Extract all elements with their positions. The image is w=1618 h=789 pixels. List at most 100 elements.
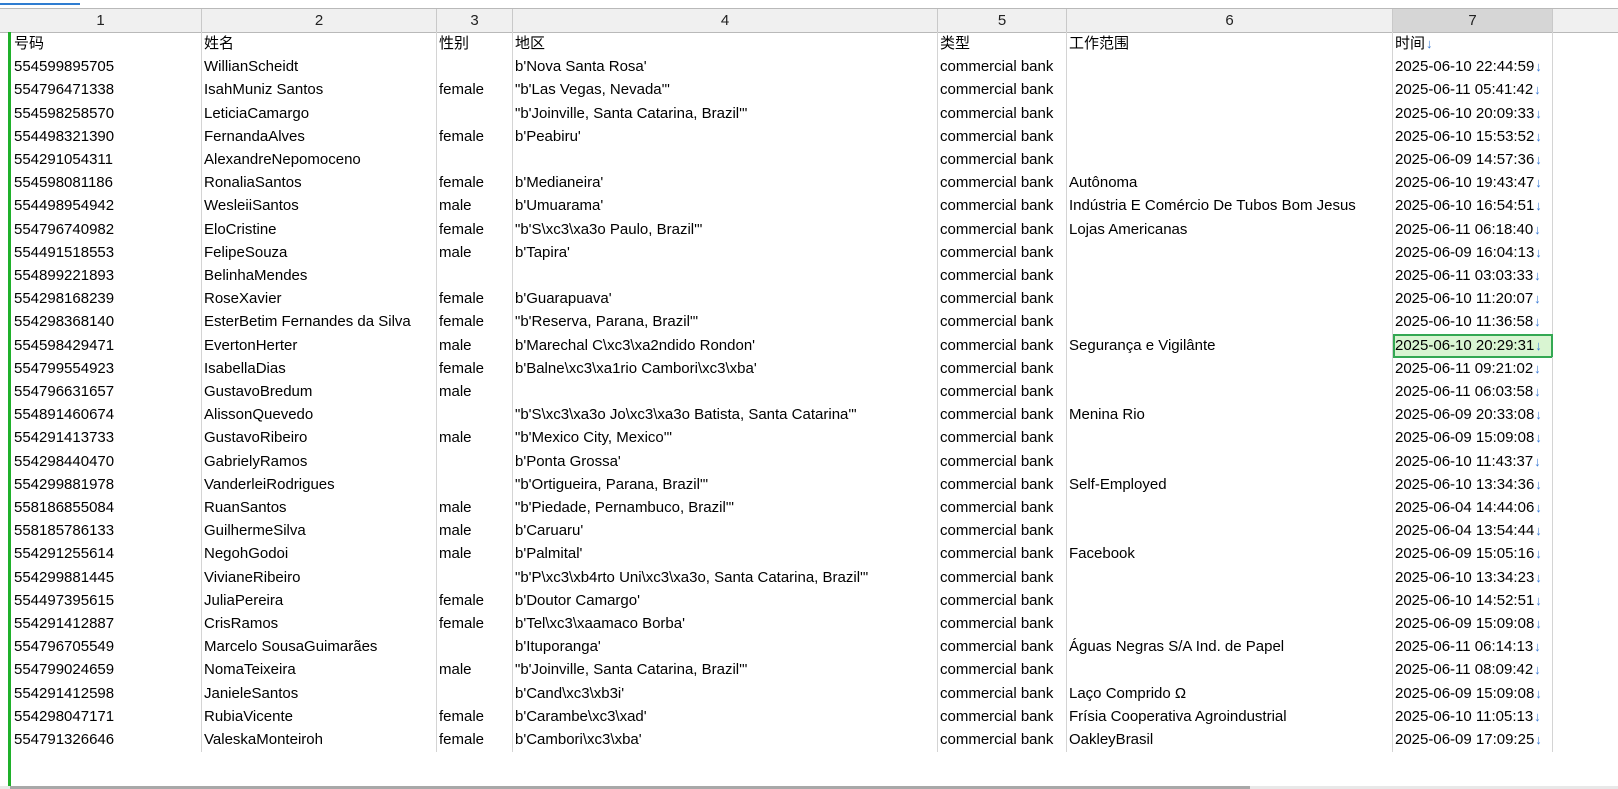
table-cell[interactable]: BelinhaMendes (202, 264, 437, 288)
table-row[interactable]: 554791326646 ValeskaMonteiroh female b'Camb… (0, 728, 1618, 752)
table-cell[interactable]: b'Cand\xc3\xb3i' (513, 681, 938, 706)
table-cell[interactable]: commercial bank (938, 356, 1067, 381)
table-row[interactable]: 554899221893 BelinhaMendes commercial bank… (0, 264, 1618, 288)
table-cell[interactable] (437, 55, 513, 80)
header-cell[interactable]: 工作范围 (1067, 32, 1393, 56)
table-cell[interactable]: female (437, 704, 513, 729)
table-cell[interactable]: female (437, 728, 513, 752)
header-cell[interactable]: 姓名 (202, 32, 437, 56)
table-row[interactable]: 554498321390 FernandaAlves female b'Peabiru… (0, 124, 1618, 149)
table-cell[interactable]: commercial bank (938, 496, 1067, 520)
table-cell[interactable]: VanderleiRodrigues (202, 472, 437, 497)
table-cell[interactable]: b'Carambe\xc3\xad' (513, 704, 938, 729)
column-header-7[interactable]: 7 (1393, 9, 1553, 32)
table-cell[interactable] (513, 380, 938, 404)
table-cell[interactable]: 2025-06-09 16:04:13↓ (1393, 240, 1553, 265)
table-cell[interactable] (1067, 310, 1393, 335)
table-cell[interactable]: 2025-06-11 06:03:58↓ (1393, 380, 1553, 404)
table-cell[interactable]: 2025-06-09 15:09:08↓ (1393, 681, 1553, 706)
table-cell[interactable]: 554491518553 (0, 240, 202, 265)
table-cell[interactable]: commercial bank (938, 287, 1067, 312)
table-row[interactable]: 554291413733 GustavoRibeiro male "b'Mexico … (0, 426, 1618, 451)
table-cell[interactable]: 2025-06-04 14:44:06↓ (1393, 496, 1553, 520)
table-cell[interactable]: female (437, 287, 513, 312)
table-row[interactable]: 558185786133 GuilhermeSilva male b'Caruaru'… (0, 519, 1618, 544)
table-cell[interactable]: 2025-06-10 20:09:33↓ (1393, 101, 1553, 126)
table-cell[interactable] (1067, 148, 1393, 172)
table-cell[interactable]: 2025-06-10 11:43:37↓ (1393, 449, 1553, 474)
table-cell[interactable]: 554598258570 (0, 101, 202, 126)
table-cell[interactable]: male (437, 333, 513, 358)
table-row[interactable]: 554298047171 RubiaVicente female b'Carambe\… (0, 704, 1618, 729)
table-cell[interactable]: JuliaPereira (202, 588, 437, 613)
table-cell[interactable]: female (437, 171, 513, 196)
table-cell[interactable]: CrisRamos (202, 612, 437, 636)
table-cell[interactable]: Facebook (1067, 542, 1393, 567)
table-cell[interactable] (437, 403, 513, 428)
table-cell[interactable]: male (437, 519, 513, 544)
table-cell[interactable]: LeticiaCamargo (202, 101, 437, 126)
table-cell[interactable]: b'Peabiru' (513, 124, 938, 149)
table-cell[interactable]: OakleyBrasil (1067, 728, 1393, 752)
table-cell[interactable] (437, 148, 513, 172)
column-header-4[interactable]: 4 (513, 9, 938, 32)
table-cell[interactable]: "b'Joinville, Santa Catarina, Brazil'" (513, 658, 938, 683)
table-cell[interactable]: male (437, 240, 513, 265)
table-cell[interactable]: male (437, 658, 513, 683)
table-cell[interactable]: "b'Mexico City, Mexico'" (513, 426, 938, 451)
table-cell[interactable] (437, 635, 513, 660)
table-cell[interactable]: 554799554923 (0, 356, 202, 381)
table-cell[interactable]: commercial bank (938, 704, 1067, 729)
table-cell[interactable]: b'Balne\xc3\xa1rio Cambori\xc3\xba' (513, 356, 938, 381)
table-cell[interactable]: 554891460674 (0, 403, 202, 428)
table-cell[interactable]: commercial bank (938, 519, 1067, 544)
table-cell[interactable]: FernandaAlves (202, 124, 437, 149)
table-cell[interactable]: 2025-06-10 11:05:13↓ (1393, 704, 1553, 729)
table-cell[interactable]: commercial bank (938, 217, 1067, 242)
table-cell[interactable]: Menina Rio (1067, 403, 1393, 428)
table-cell[interactable]: female (437, 78, 513, 103)
table-cell[interactable]: 554796631657 (0, 380, 202, 404)
table-cell[interactable]: 2025-06-10 11:36:58↓ (1393, 310, 1553, 335)
header-cell[interactable]: 号码 (0, 32, 202, 56)
table-cell[interactable]: NegohGodoi (202, 542, 437, 567)
table-cell[interactable]: 554291255614 (0, 542, 202, 567)
table-cell[interactable]: Self-Employed (1067, 472, 1393, 497)
table-cell[interactable]: 2025-06-10 13:34:23↓ (1393, 565, 1553, 590)
table-cell[interactable] (1067, 101, 1393, 126)
table-cell[interactable]: commercial bank (938, 55, 1067, 80)
column-header-2[interactable]: 2 (202, 9, 437, 32)
table-cell[interactable]: commercial bank (938, 449, 1067, 474)
table-cell[interactable]: male (437, 542, 513, 567)
table-row[interactable]: 554291412887 CrisRamos female b'Tel\xc3\xaa… (0, 612, 1618, 636)
table-cell[interactable]: "b'P\xc3\xb4rto Uni\xc3\xa3o, Santa Cata… (513, 565, 938, 590)
table-cell[interactable]: 554498954942 (0, 194, 202, 219)
table-cell[interactable]: "b'Las Vegas, Nevada'" (513, 78, 938, 103)
table-row[interactable]: 554598081186 RonaliaSantos female b'Mediane… (0, 171, 1618, 196)
table-cell[interactable]: commercial bank (938, 310, 1067, 335)
table-cell[interactable]: "b'Joinville, Santa Catarina, Brazil'" (513, 101, 938, 126)
table-cell[interactable]: 554298168239 (0, 287, 202, 312)
header-cell[interactable]: 类型 (938, 32, 1067, 56)
table-cell[interactable]: b'Umuarama' (513, 194, 938, 219)
table-cell[interactable]: 554291054311 (0, 148, 202, 172)
table-cell[interactable] (437, 565, 513, 590)
table-cell[interactable]: commercial bank (938, 171, 1067, 196)
table-cell[interactable] (1067, 240, 1393, 265)
table-cell[interactable]: 2025-06-10 22:44:59↓ (1393, 55, 1553, 80)
table-row[interactable]: 554598429471 EvertonHerter male b'Marechal … (0, 333, 1618, 358)
table-cell[interactable]: b'Cambori\xc3\xba' (513, 728, 938, 752)
table-cell[interactable]: JanieleSantos (202, 681, 437, 706)
table-row[interactable]: 554598258570 LeticiaCamargo "b'Joinville, … (0, 101, 1618, 126)
table-row[interactable]: 554796631657 GustavoBredum male commercial … (0, 380, 1618, 404)
table-cell[interactable] (437, 472, 513, 497)
table-cell[interactable]: 554599895705 (0, 55, 202, 80)
table-cell[interactable]: female (437, 612, 513, 636)
table-cell[interactable]: male (437, 194, 513, 219)
table-cell[interactable]: b'Guarapuava' (513, 287, 938, 312)
table-row[interactable]: 554491518553 FelipeSouza male b'Tapira' comm… (0, 240, 1618, 265)
table-cell[interactable]: commercial bank (938, 588, 1067, 613)
table-cell[interactable]: b'Doutor Camargo' (513, 588, 938, 613)
table-cell[interactable] (1067, 55, 1393, 80)
table-cell[interactable]: "b'Reserva, Parana, Brazil'" (513, 310, 938, 335)
